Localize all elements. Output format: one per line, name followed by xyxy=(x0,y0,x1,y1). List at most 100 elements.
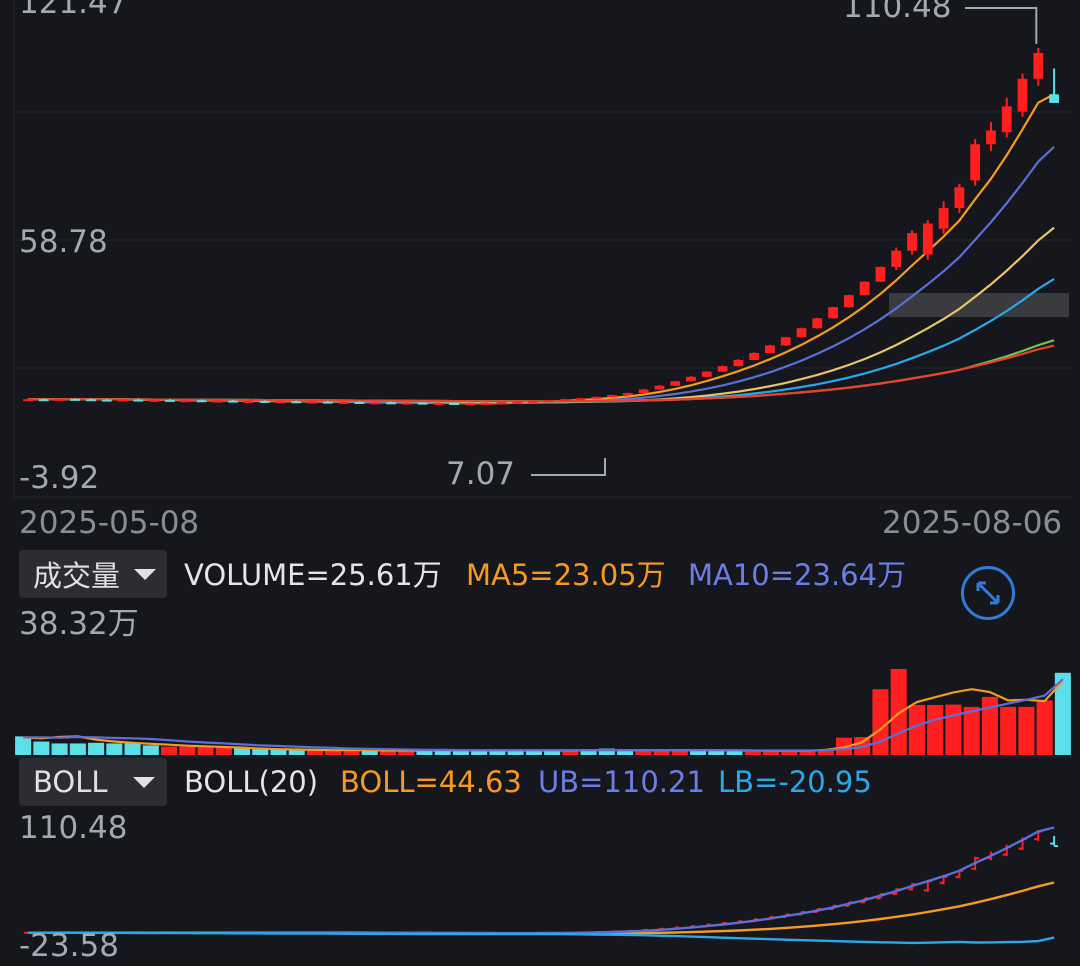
candle-body xyxy=(307,401,317,404)
candle-body xyxy=(986,130,996,145)
candle-body xyxy=(180,400,191,403)
candle-body xyxy=(133,399,144,402)
candle-body xyxy=(465,403,475,406)
candle-body xyxy=(54,398,65,401)
candle-body xyxy=(1033,52,1044,79)
candle-body xyxy=(970,144,981,181)
volume-ma5-legend: MA5=23.05万 xyxy=(466,558,666,592)
volume-ma10-legend: MA10=23.64万 xyxy=(688,558,907,592)
volume-bar xyxy=(124,743,141,755)
volume-bar xyxy=(1018,706,1035,755)
price-ma120-line xyxy=(27,344,1055,403)
candle-body xyxy=(401,402,412,405)
candle-body xyxy=(196,400,207,403)
volume-bar xyxy=(580,750,597,755)
volume-bar xyxy=(890,668,907,755)
volume-bar xyxy=(872,689,889,755)
volume-bar xyxy=(106,743,123,755)
candle-body xyxy=(228,400,239,403)
candle-body xyxy=(954,187,965,208)
candle-body xyxy=(812,318,823,329)
current-price-band xyxy=(889,293,1069,317)
boll-axis-max-label: 110.48 xyxy=(19,810,128,846)
candle-body xyxy=(717,366,728,372)
chevron-down-icon xyxy=(133,776,155,788)
candle-body xyxy=(859,281,870,296)
boll-lb-line xyxy=(27,931,1055,945)
candle-body xyxy=(244,400,254,403)
candle-body xyxy=(322,401,333,404)
candle-body xyxy=(165,399,175,402)
boll-lb-legend: LB=-20.95 xyxy=(718,765,872,799)
volume-bar xyxy=(88,742,105,755)
volume-ma10-line xyxy=(23,678,1064,752)
candle-body xyxy=(512,401,523,404)
candle-body xyxy=(149,399,160,402)
candle-body xyxy=(686,376,696,382)
volume-bar xyxy=(1036,700,1053,755)
candle-body xyxy=(370,402,381,405)
candle-body xyxy=(701,371,712,377)
price-low-marker: 7.07 xyxy=(446,456,516,492)
candle-body xyxy=(528,400,539,403)
low-marker-line xyxy=(531,458,606,476)
candle-body xyxy=(765,345,775,354)
candle-body xyxy=(780,337,791,346)
candle-body xyxy=(338,401,349,404)
boll-mid-legend: BOLL=44.63 xyxy=(340,765,522,799)
price-ma5-line xyxy=(27,93,1055,405)
boll-axis-min-label: -23.58 xyxy=(19,928,119,964)
volume-bar xyxy=(233,748,251,755)
high-marker-line xyxy=(965,7,1038,44)
candle-body xyxy=(575,398,586,401)
candle-body xyxy=(591,396,602,399)
candle-body xyxy=(891,250,902,267)
end-date-label: 2025-08-06 xyxy=(882,505,1063,541)
candle-body xyxy=(38,399,49,402)
candle-body xyxy=(559,399,570,402)
volume-selector-label: 成交量 xyxy=(33,559,121,593)
candle-body xyxy=(101,399,112,402)
candle-body xyxy=(922,223,933,255)
volume-bar xyxy=(161,746,178,755)
volume-bar xyxy=(908,704,925,755)
candle-body xyxy=(654,385,665,390)
boll-params-legend: BOLL(20) xyxy=(184,765,319,799)
candle-body xyxy=(433,402,444,405)
candle-body xyxy=(212,400,223,403)
volume-bar xyxy=(179,746,196,755)
candle-body xyxy=(496,402,507,405)
price-axis-mid-label: 58.78 xyxy=(19,224,108,260)
expand-arrows-icon[interactable] xyxy=(961,566,1015,620)
candle-body xyxy=(86,399,96,402)
boll-indicator-selector[interactable]: BOLL xyxy=(19,758,167,806)
price-ma60-line xyxy=(27,339,1055,403)
chevron-down-icon xyxy=(134,568,157,580)
volume-bar xyxy=(963,706,980,755)
candle-body xyxy=(607,395,617,398)
candle-body xyxy=(259,400,270,403)
candle-body xyxy=(449,402,460,405)
candle-body xyxy=(875,266,886,282)
price-axis-min-label: -3.92 xyxy=(19,460,100,496)
candle-body xyxy=(907,233,917,251)
candle-body xyxy=(938,207,949,229)
candle-body xyxy=(1001,106,1012,133)
candle-body xyxy=(543,400,554,403)
candle-body xyxy=(622,393,633,396)
volume-indicator-selector[interactable]: 成交量 xyxy=(19,550,167,598)
chart-canvas[interactable] xyxy=(0,0,1080,966)
candle-body xyxy=(275,401,286,404)
candle-body xyxy=(386,402,396,405)
candle-body xyxy=(291,401,302,404)
candle-body xyxy=(117,399,128,402)
candle-body xyxy=(638,389,649,394)
boll-ub-legend: UB=110.21 xyxy=(538,765,705,799)
price-high-marker: 110.48 xyxy=(843,0,952,25)
candle-body xyxy=(733,359,744,367)
candle-body xyxy=(70,398,81,401)
volume-bar xyxy=(1000,706,1017,755)
candle-body xyxy=(1017,78,1028,112)
candle-body xyxy=(670,381,681,386)
candle-body xyxy=(22,399,33,402)
